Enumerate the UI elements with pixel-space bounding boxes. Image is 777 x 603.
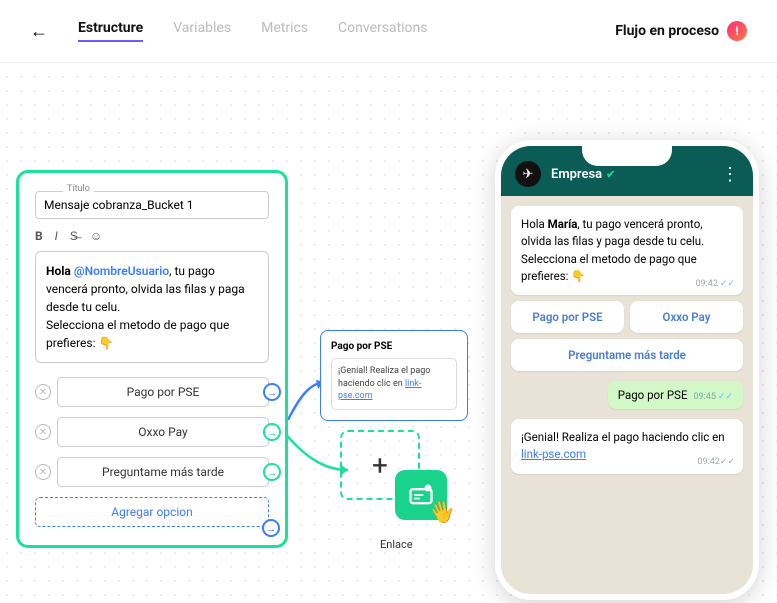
chat-body: Hola María, tu pago vencerá pronto, olvi… bbox=[501, 196, 753, 484]
option-row: ✕ Pago por PSE → bbox=[35, 377, 269, 407]
strike-button[interactable]: S̶ bbox=[70, 229, 78, 243]
phone-notch bbox=[582, 144, 672, 166]
emoji-button[interactable]: ☺ bbox=[90, 229, 102, 243]
plus-icon: + bbox=[372, 449, 388, 482]
italic-button[interactable]: I bbox=[55, 229, 58, 243]
connector-port[interactable]: → bbox=[263, 423, 281, 441]
more-icon[interactable]: ⋮ bbox=[721, 164, 739, 185]
msg-text: Hola bbox=[46, 264, 74, 278]
quick-reply-button[interactable]: Oxxo Pay bbox=[630, 301, 743, 333]
verified-icon: ✔ bbox=[606, 168, 615, 181]
flow-status: Flujo en proceso ! bbox=[615, 21, 747, 41]
incoming-message: Hola María, tu pago vencerá pronto, olvi… bbox=[511, 206, 743, 295]
remove-option-button[interactable]: ✕ bbox=[35, 384, 51, 400]
incoming-message: ¡Genial! Realiza el pago haciendo clic e… bbox=[511, 419, 743, 474]
option-row: ✕ Preguntame más tarde → bbox=[35, 457, 269, 487]
company-avatar: ✈ bbox=[515, 161, 541, 187]
node-body: ¡Genial! Realiza el pago haciendo clic e… bbox=[331, 358, 457, 410]
tab-estructure[interactable]: Estructure bbox=[78, 20, 143, 42]
back-arrow[interactable]: ← bbox=[30, 21, 48, 42]
outgoing-message: Pago por PSE09:45✓✓ bbox=[608, 381, 743, 409]
tab-metrics[interactable]: Metrics bbox=[261, 20, 308, 42]
msg-text: Selecciona el metodo de pago que prefier… bbox=[46, 318, 229, 350]
connector-port[interactable]: → bbox=[263, 383, 281, 401]
message-builder: Título B I S̶ ☺ Hola @NombreUsuario, tu … bbox=[16, 170, 288, 548]
remove-option-button[interactable]: ✕ bbox=[35, 464, 51, 480]
variable-token[interactable]: @NombreUsuario bbox=[74, 264, 169, 278]
tabs: Estructure Variables Metrics Conversatio… bbox=[78, 20, 615, 42]
pointing-down-icon: 👇 bbox=[98, 336, 113, 350]
company-name: Empresa✔ bbox=[551, 167, 711, 182]
warning-icon: ! bbox=[727, 21, 747, 41]
connector-port[interactable]: → bbox=[263, 463, 281, 481]
timestamp: 09:42✓✓ bbox=[695, 278, 735, 292]
pointing-down-icon: 👇 bbox=[571, 269, 585, 283]
option-button[interactable]: Oxxo Pay bbox=[57, 417, 269, 447]
link-block-label: Enlace bbox=[380, 538, 413, 551]
quick-reply-row: Pago por PSE Oxxo Pay bbox=[511, 301, 743, 333]
bold-button[interactable]: B bbox=[35, 229, 43, 243]
connector-port[interactable]: → bbox=[262, 519, 280, 537]
flow-status-label: Flujo en proceso bbox=[615, 23, 719, 39]
read-ticks-icon: ✓✓ bbox=[720, 279, 735, 289]
quick-reply-button[interactable]: Pago por PSE bbox=[511, 301, 624, 333]
add-option-button[interactable]: Agregar opcion → bbox=[35, 497, 269, 527]
read-ticks-icon: ✓✓ bbox=[720, 457, 735, 467]
tab-conversations[interactable]: Conversations bbox=[338, 20, 427, 42]
quick-reply-button[interactable]: Preguntame más tarde bbox=[511, 339, 743, 371]
remove-option-button[interactable]: ✕ bbox=[35, 424, 51, 440]
timestamp: 09:42✓✓ bbox=[697, 456, 735, 470]
connector-arrow bbox=[282, 430, 352, 480]
title-field-label: Título bbox=[63, 184, 94, 194]
option-row: ✕ Oxxo Pay → bbox=[35, 417, 269, 447]
response-node[interactable]: Pago por PSE ¡Genial! Realiza el pago ha… bbox=[320, 330, 468, 421]
option-button[interactable]: Pago por PSE bbox=[57, 377, 269, 407]
tab-variables[interactable]: Variables bbox=[173, 20, 231, 42]
timestamp: 09:45 bbox=[693, 392, 715, 402]
message-body[interactable]: Hola @NombreUsuario, tu pago vencerá pro… bbox=[35, 251, 269, 363]
title-input[interactable] bbox=[35, 191, 269, 219]
node-title: Pago por PSE bbox=[331, 341, 457, 352]
topbar: ← Estructure Variables Metrics Conversat… bbox=[0, 0, 777, 63]
link[interactable]: link-pse.com bbox=[521, 447, 586, 461]
option-button[interactable]: Preguntame más tarde bbox=[57, 457, 269, 487]
format-toolbar: B I S̶ ☺ bbox=[35, 229, 269, 243]
read-ticks-icon: ✓✓ bbox=[718, 392, 733, 402]
phone-preview: ✈ Empresa✔ ⋮ Hola María, tu pago vencerá… bbox=[495, 140, 759, 600]
